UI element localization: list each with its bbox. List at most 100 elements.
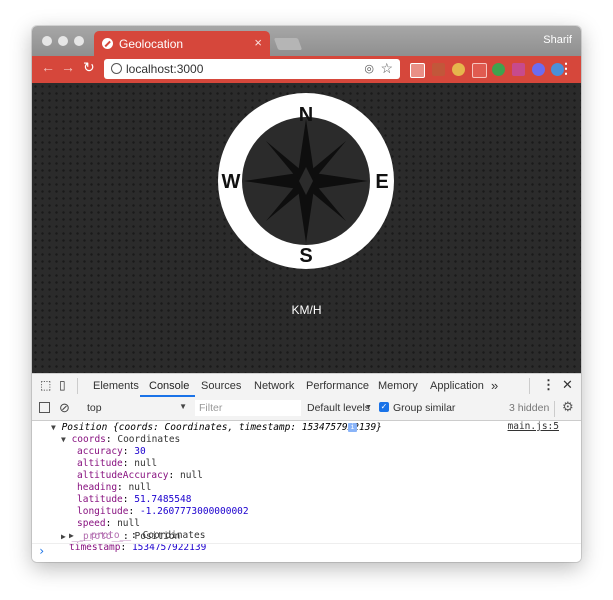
forward-arrow-icon[interactable]: → xyxy=(61,59,75,75)
divider xyxy=(529,378,530,394)
tab-close-icon[interactable]: × xyxy=(254,35,262,50)
inspect-element-icon[interactable]: ⬚ xyxy=(40,378,51,392)
tab-memory[interactable]: Memory xyxy=(378,380,418,392)
close-devtools-icon[interactable]: ✕ xyxy=(562,377,573,393)
coords-type: Coordinates xyxy=(117,434,181,445)
context-value: top xyxy=(87,402,102,414)
browser-menu-icon[interactable]: ⋮ xyxy=(559,60,573,77)
compass-east: E xyxy=(375,171,388,193)
expand-triangle-icon[interactable]: ▼ xyxy=(61,435,66,444)
coords-row[interactable]: ▼ coords: Coordinates xyxy=(61,434,180,445)
extension-icon[interactable] xyxy=(472,63,487,78)
compass-south: S xyxy=(299,245,312,267)
compass-north: N xyxy=(299,104,313,126)
browser-tab[interactable]: Geolocation × xyxy=(94,31,270,56)
tab-performance[interactable]: Performance xyxy=(306,380,369,392)
extension-icon[interactable] xyxy=(410,63,425,78)
info-badge-icon[interactable]: i xyxy=(348,423,357,432)
group-similar-label: Group similar xyxy=(393,402,456,414)
proto-value: Position xyxy=(134,531,181,542)
compass-west: W xyxy=(222,171,241,193)
source-link[interactable]: main.js:5 xyxy=(508,421,559,432)
console-prompt[interactable]: › xyxy=(38,544,45,558)
property-value: null xyxy=(134,458,158,469)
device-toolbar-icon[interactable]: ▯ xyxy=(59,378,66,392)
expand-triangle-icon[interactable]: ▶ xyxy=(61,532,66,541)
close-window-button[interactable] xyxy=(42,36,52,46)
property-value: null xyxy=(128,482,152,493)
property-row: altitudeAccuracy: null xyxy=(77,470,203,481)
chevron-down-icon: ▼ xyxy=(365,404,372,411)
tab-sources[interactable]: Sources xyxy=(201,380,241,392)
extension-icon[interactable] xyxy=(452,63,465,76)
compass-graphic: N S W E xyxy=(218,93,394,269)
property-value: 51.7485548 xyxy=(134,494,192,505)
filter-input[interactable]: Filter xyxy=(195,400,301,416)
divider xyxy=(554,401,555,417)
zoom-window-button[interactable] xyxy=(74,36,84,46)
devtools-tab-bar: ⬚ ▯ Elements Console Sources Network Per… xyxy=(32,373,581,399)
filter-placeholder: Filter xyxy=(199,402,223,414)
more-tabs-button[interactable]: » xyxy=(491,378,498,393)
property-value: 30 xyxy=(134,446,146,457)
browser-toolbar: ← → ↻ localhost:3000 ◎ ☆ ⋮ xyxy=(32,56,581,83)
devtools-menu-icon[interactable]: ⋮ xyxy=(542,377,555,393)
speed-unit-label: KM/H xyxy=(291,303,322,317)
page-content: N S W E KM/H xyxy=(32,83,581,373)
divider xyxy=(77,378,78,394)
property-row: latitude: 51.7485548 xyxy=(77,494,192,505)
extension-icon[interactable] xyxy=(432,63,445,76)
compass-favicon-icon xyxy=(102,38,113,49)
reload-icon[interactable]: ↻ xyxy=(83,59,95,76)
info-icon[interactable] xyxy=(111,63,122,74)
property-key: speed xyxy=(77,518,106,529)
context-select[interactable]: top ▼ xyxy=(79,400,189,416)
sidebar-toggle-icon[interactable] xyxy=(39,402,50,413)
browser-window: Geolocation × Sharif ← → ↻ localhost:300… xyxy=(32,26,581,562)
property-value: null xyxy=(179,470,203,481)
property-key: longitude xyxy=(77,506,129,517)
proto-key: __proto__ xyxy=(71,531,124,542)
log-object-summary: {coords: Coordinates, timestamp: 1534757… xyxy=(113,422,382,433)
back-arrow-icon[interactable]: ← xyxy=(41,59,55,75)
clear-console-icon[interactable]: ⊘ xyxy=(59,400,70,416)
expand-triangle-icon[interactable]: ▼ xyxy=(51,423,56,432)
extension-icon[interactable] xyxy=(512,63,525,76)
address-bar[interactable]: localhost:3000 ◎ ☆ xyxy=(104,59,400,79)
group-similar-checkbox[interactable]: ✓ xyxy=(379,402,389,412)
profile-name[interactable]: Sharif xyxy=(543,34,572,46)
tab-title: Geolocation xyxy=(119,37,184,51)
settings-gear-icon[interactable]: ⚙ xyxy=(562,399,574,415)
divider xyxy=(32,543,581,544)
url-text[interactable]: localhost:3000 xyxy=(126,62,203,76)
property-key: heading xyxy=(77,482,118,493)
hidden-count: 3 hidden xyxy=(509,402,550,414)
extension-icon[interactable] xyxy=(492,63,505,76)
log-levels-select[interactable]: Default levels xyxy=(307,402,370,414)
property-row: speed: null xyxy=(77,518,140,529)
property-row: heading: null xyxy=(77,482,152,493)
console-toolbar: ⊘ top ▼ Filter Default levels ▼ ✓ Group … xyxy=(32,398,581,421)
tab-application[interactable]: Application xyxy=(430,380,484,392)
new-tab-button[interactable] xyxy=(273,38,303,50)
minimize-window-button[interactable] xyxy=(58,36,68,46)
property-key: altitudeAccuracy xyxy=(77,470,169,481)
property-key: altitude xyxy=(77,458,123,469)
active-tab-indicator xyxy=(140,395,195,397)
log-header[interactable]: ▼ Position {coords: Coordinates, timesta… xyxy=(51,422,382,433)
property-key: latitude xyxy=(77,494,123,505)
bookmark-star-icon[interactable]: ☆ xyxy=(380,60,393,77)
property-value: -1.2607773000000002 xyxy=(139,506,249,517)
extension-icon[interactable] xyxy=(532,63,545,76)
tab-console[interactable]: Console xyxy=(149,380,189,392)
title-bar: Geolocation × Sharif xyxy=(32,26,581,56)
position-proto-row[interactable]: ▶ __proto__: Position xyxy=(61,531,180,542)
property-row: altitude: null xyxy=(77,458,158,469)
chevron-down-icon: ▼ xyxy=(179,402,187,411)
tab-network[interactable]: Network xyxy=(254,380,294,392)
tab-elements[interactable]: Elements xyxy=(93,380,139,392)
property-key: accuracy xyxy=(77,446,123,457)
property-row: longitude: -1.2607773000000002 xyxy=(77,506,249,517)
property-row: accuracy: 30 xyxy=(77,446,146,457)
location-icon[interactable]: ◎ xyxy=(364,62,374,75)
